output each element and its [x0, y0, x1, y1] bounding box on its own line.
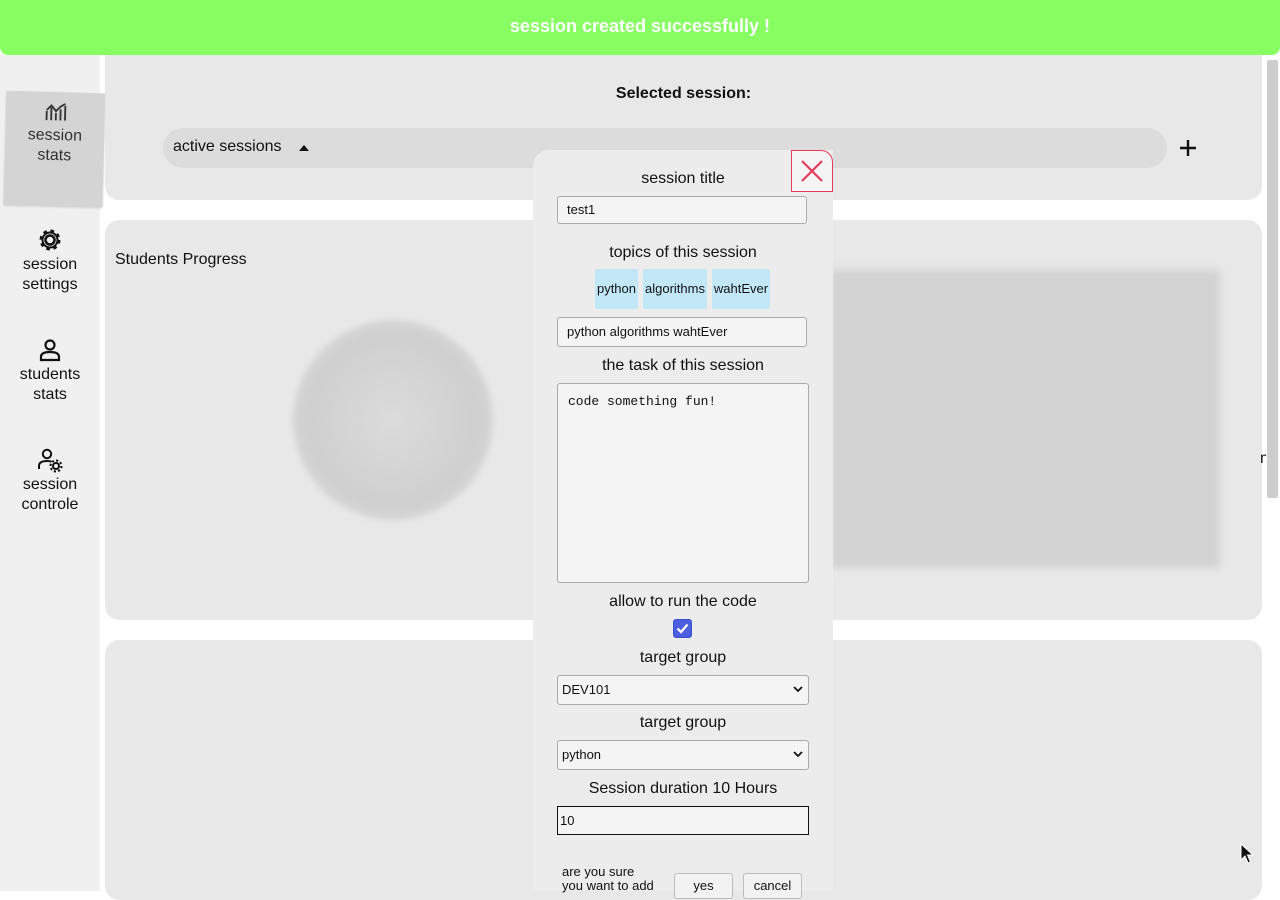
topic-chip[interactable]: python: [595, 269, 638, 309]
allow-run-checkbox[interactable]: [673, 619, 692, 638]
sidebar-item-label: stats: [37, 146, 72, 165]
target-group-select[interactable]: DEV101: [557, 675, 809, 705]
sidebar-item-label: controle: [21, 496, 79, 513]
target-group-value: DEV101: [562, 682, 611, 697]
user-gear-icon: [38, 448, 63, 473]
sidebar-item-label: session: [22, 256, 78, 273]
language-select[interactable]: python: [557, 740, 809, 770]
cancel-button[interactable]: cancel: [743, 873, 802, 899]
language-value: python: [562, 747, 602, 762]
sidebar-item-label: settings: [22, 276, 78, 293]
success-banner: session created successfully !: [0, 0, 1280, 55]
sidebar-item-label: stats: [33, 386, 67, 403]
yes-button[interactable]: yes: [674, 873, 733, 899]
user-icon: [39, 339, 61, 362]
mouse-cursor-icon: [1240, 843, 1255, 864]
sidebar-item-students-stats[interactable]: students stats: [0, 337, 100, 405]
allow-run-label: allow to run the code: [609, 593, 757, 610]
topic-chip[interactable]: algorithms: [643, 269, 707, 309]
sidebar-item-label: students: [19, 366, 81, 383]
sidebar-item-label: session: [27, 126, 83, 145]
caret-up-icon: [299, 145, 309, 151]
session-title-input[interactable]: test1: [557, 196, 807, 224]
selected-session-title: Selected session:: [615, 85, 752, 102]
sidebar-item-session-controle[interactable]: session controle: [0, 447, 100, 515]
sidebar-item-label: session: [22, 476, 78, 493]
duration-input[interactable]: 10: [557, 806, 809, 835]
plus-icon: [1180, 140, 1196, 156]
active-sessions-label: active sessions: [173, 138, 282, 155]
chart-icon: [45, 103, 66, 121]
sidebar: session stats session settings students …: [0, 55, 106, 891]
confirm-text: are you sure you want to add: [562, 865, 672, 893]
students-progress-title: Students Progress: [115, 251, 247, 268]
sidebar-item-session-stats[interactable]: session stats: [3, 90, 106, 208]
topics-label: topics of this session: [609, 244, 757, 261]
topic-chip[interactable]: wahtEver: [712, 269, 770, 309]
check-icon: [676, 623, 689, 634]
create-session-modal: session title test1 topics of this sessi…: [533, 150, 833, 899]
task-label: the task of this session: [602, 357, 764, 374]
sidebar-item-session-settings[interactable]: session settings: [0, 227, 100, 295]
gear-icon: [39, 229, 61, 251]
session-title-label: session title: [641, 170, 725, 187]
duration-label: Session duration 10 Hours: [588, 780, 778, 797]
progress-table-placeholder: [830, 270, 1220, 568]
chevron-down-icon: [793, 686, 803, 693]
language-label: target group: [639, 714, 727, 731]
topics-input[interactable]: python algorithms wahtEver: [557, 317, 807, 347]
chevron-down-icon: [793, 751, 803, 758]
confirm-line: are you sure: [562, 864, 635, 879]
target-group-label: target group: [639, 649, 727, 666]
scrollbar-thumb[interactable]: [1267, 60, 1278, 498]
task-textarea[interactable]: code something fun!: [557, 383, 809, 583]
progress-chart-placeholder: [293, 320, 493, 520]
add-session-button[interactable]: [1173, 133, 1203, 163]
